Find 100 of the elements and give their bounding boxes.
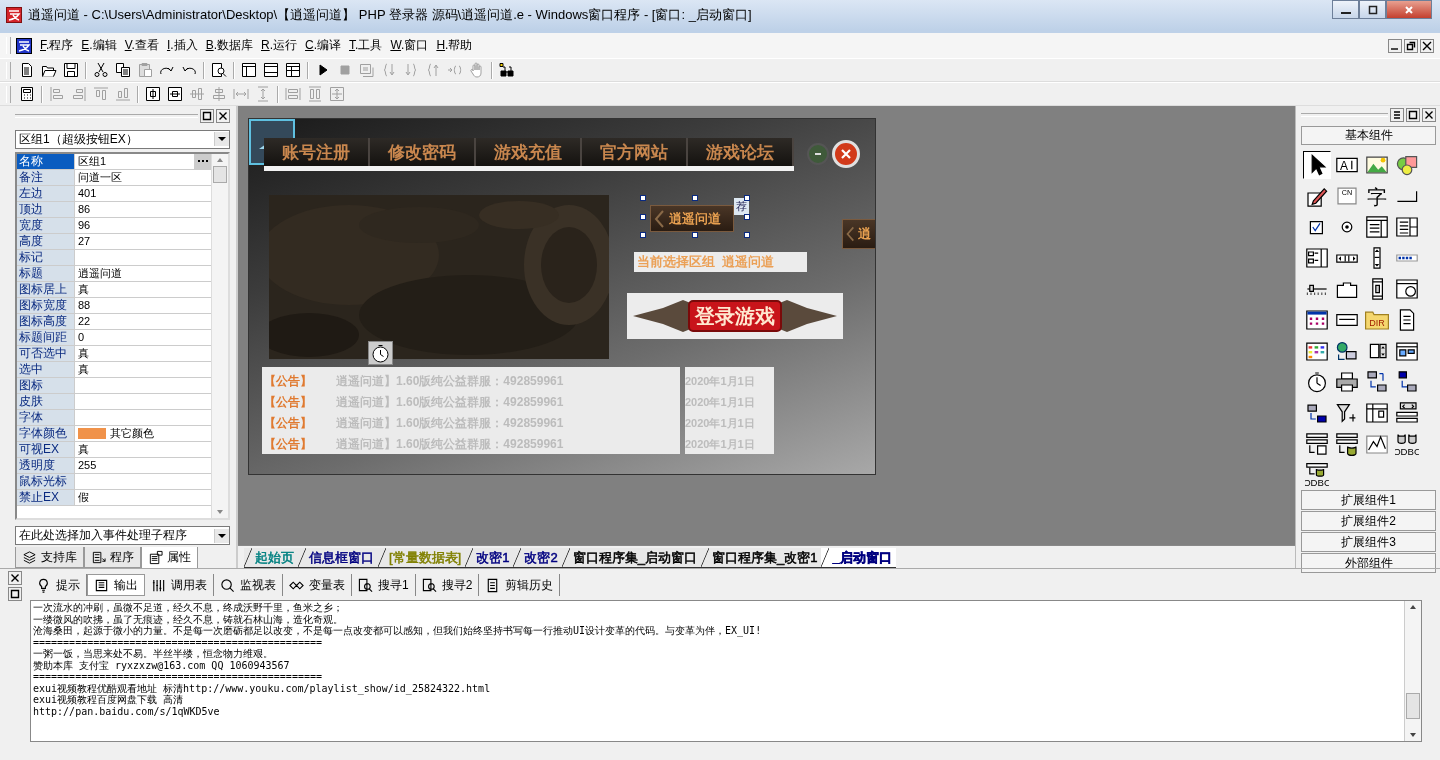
object-selector[interactable]: 区组1（超级按钮EX） — [15, 129, 230, 149]
document-tab[interactable]: 窗口程序集_改密1 — [700, 548, 822, 568]
center-horizontal-icon[interactable] — [145, 86, 161, 102]
property-name[interactable]: 名称 — [17, 153, 74, 169]
new-file-icon[interactable] — [19, 62, 35, 78]
scrollbar[interactable] — [211, 153, 228, 518]
character-icon[interactable]: 字 — [1363, 182, 1391, 210]
binoculars-icon[interactable] — [499, 62, 515, 78]
nav-button[interactable]: 游戏充值 — [476, 138, 582, 166]
restore-icon[interactable] — [8, 587, 22, 601]
resize-handle[interactable] — [640, 213, 646, 220]
document-tab[interactable]: 起始页 — [244, 548, 298, 568]
restore-icon[interactable] — [1406, 108, 1420, 122]
menu-item[interactable]: T.工具 — [345, 37, 387, 54]
property-value[interactable]: 96 — [78, 219, 91, 232]
scroll-thumb[interactable] — [1406, 693, 1420, 719]
property-value[interactable]: 86 — [78, 203, 91, 216]
property-value[interactable]: 22 — [78, 315, 91, 328]
output-tab[interactable]: 输出 — [87, 574, 145, 596]
document-tab[interactable]: 改密1 — [465, 548, 514, 568]
resize-handle[interactable] — [692, 195, 698, 201]
scroll-thumb[interactable] — [213, 165, 227, 183]
document-logo-icon[interactable] — [16, 37, 32, 54]
database-icon[interactable] — [1333, 430, 1361, 458]
maximize-button[interactable] — [1359, 0, 1386, 19]
output-tab[interactable]: 调用表 — [145, 574, 214, 596]
nav-button[interactable]: 游戏论坛 — [688, 138, 794, 166]
save-icon[interactable] — [63, 62, 79, 78]
layout-icon[interactable] — [263, 62, 279, 78]
resize-handle[interactable] — [692, 232, 698, 238]
resize-handle[interactable] — [744, 213, 750, 220]
component-group-button[interactable]: 扩展组件2 — [1301, 511, 1436, 531]
list-icon[interactable] — [1390, 108, 1404, 122]
property-value[interactable]: 0 — [78, 331, 85, 344]
menu-item[interactable]: B.数据库 — [201, 37, 257, 54]
copy-icon[interactable] — [115, 62, 131, 78]
server-button[interactable]: 逍遥问道 — [650, 205, 734, 232]
property-value[interactable]: 真 — [78, 441, 89, 457]
minimize-icon[interactable] — [1388, 38, 1402, 53]
property-value[interactable]: 问道一区 — [78, 169, 122, 185]
find-icon[interactable] — [211, 62, 227, 78]
server-button[interactable]: 逍 — [842, 219, 875, 249]
minimize-button[interactable] — [1332, 0, 1359, 19]
panel-tab[interactable]: 程序 — [84, 547, 141, 568]
output-tab[interactable]: 搜寻1 — [352, 574, 416, 596]
stopwatch-icon[interactable] — [368, 341, 393, 365]
menu-item[interactable]: F.程序 — [36, 37, 78, 54]
output-tab[interactable]: 变量表 — [283, 574, 352, 596]
menu-item[interactable]: V.查看 — [120, 37, 163, 54]
restore-icon[interactable] — [200, 108, 214, 123]
property-value[interactable]: 假 — [78, 489, 89, 505]
menu-item[interactable]: R.运行 — [257, 37, 301, 54]
close-icon[interactable] — [8, 571, 22, 585]
component-group-button[interactable]: 扩展组件1 — [1301, 490, 1436, 510]
ellipsis-button[interactable] — [194, 153, 211, 169]
property-value[interactable]: 88 — [78, 299, 91, 312]
close-icon[interactable] — [216, 108, 230, 123]
output-tab[interactable]: 搜寻2 — [415, 574, 480, 596]
panel-tab[interactable]: 属性 — [141, 547, 198, 569]
nav-button[interactable]: 修改密码 — [370, 138, 476, 166]
component-group-button[interactable]: 外部组件 — [1301, 553, 1436, 573]
database-list-icon[interactable] — [1303, 430, 1331, 458]
minimize-button[interactable] — [807, 143, 829, 165]
calculator-icon[interactable] — [19, 86, 35, 102]
panel-tab[interactable]: 支持库 — [15, 547, 84, 568]
menu-item[interactable]: W.窗口 — [386, 37, 433, 54]
layout-icon[interactable] — [241, 62, 257, 78]
center-vertical-icon[interactable] — [167, 86, 183, 102]
document-tab[interactable]: _启动窗口 — [821, 548, 896, 568]
login-button[interactable]: 登录游戏 — [627, 293, 843, 339]
scrollbar[interactable] — [1404, 601, 1421, 741]
resize-handle[interactable] — [640, 195, 646, 201]
property-value[interactable]: 真 — [78, 281, 89, 297]
resize-handle[interactable] — [744, 195, 750, 201]
component-group-button[interactable]: 基本组件 — [1301, 126, 1436, 145]
nav-button[interactable]: 官方网站 — [582, 138, 688, 166]
close-icon[interactable] — [1422, 108, 1436, 122]
property-value[interactable]: 401 — [78, 187, 97, 200]
property-value[interactable]: 其它颜色 — [110, 425, 154, 441]
resize-handle[interactable] — [640, 232, 646, 238]
property-value[interactable]: 真 — [78, 345, 89, 361]
scissors-icon[interactable] — [93, 62, 109, 78]
document-tab[interactable]: 信息框窗口 — [298, 548, 378, 568]
document-tab[interactable]: 窗口程序集_启动窗口 — [561, 548, 701, 568]
property-value[interactable]: 逍遥问道 — [78, 265, 122, 281]
close-icon[interactable] — [1420, 38, 1434, 53]
property-value[interactable]: 27 — [78, 235, 91, 248]
property-value[interactable]: 区组1 — [78, 153, 107, 169]
event-selector[interactable]: 在此处选择加入事件处理子程序 — [15, 526, 230, 545]
document-tab[interactable]: 改密2 — [513, 548, 562, 568]
menu-item[interactable]: I.插入 — [162, 37, 202, 54]
pointer-icon[interactable] — [1303, 151, 1331, 179]
document-tab[interactable]: [常量数据表] — [378, 548, 466, 568]
layout-icon[interactable] — [285, 62, 301, 78]
nav-button[interactable]: 账号注册 — [264, 138, 370, 166]
combo-box-icon[interactable] — [1363, 213, 1391, 241]
menu-item[interactable]: H.帮助 — [432, 37, 477, 54]
output-tab[interactable]: 剪辑历史 — [479, 574, 561, 596]
component-group-button[interactable]: 扩展组件3 — [1301, 532, 1436, 552]
close-button[interactable] — [1386, 0, 1432, 19]
